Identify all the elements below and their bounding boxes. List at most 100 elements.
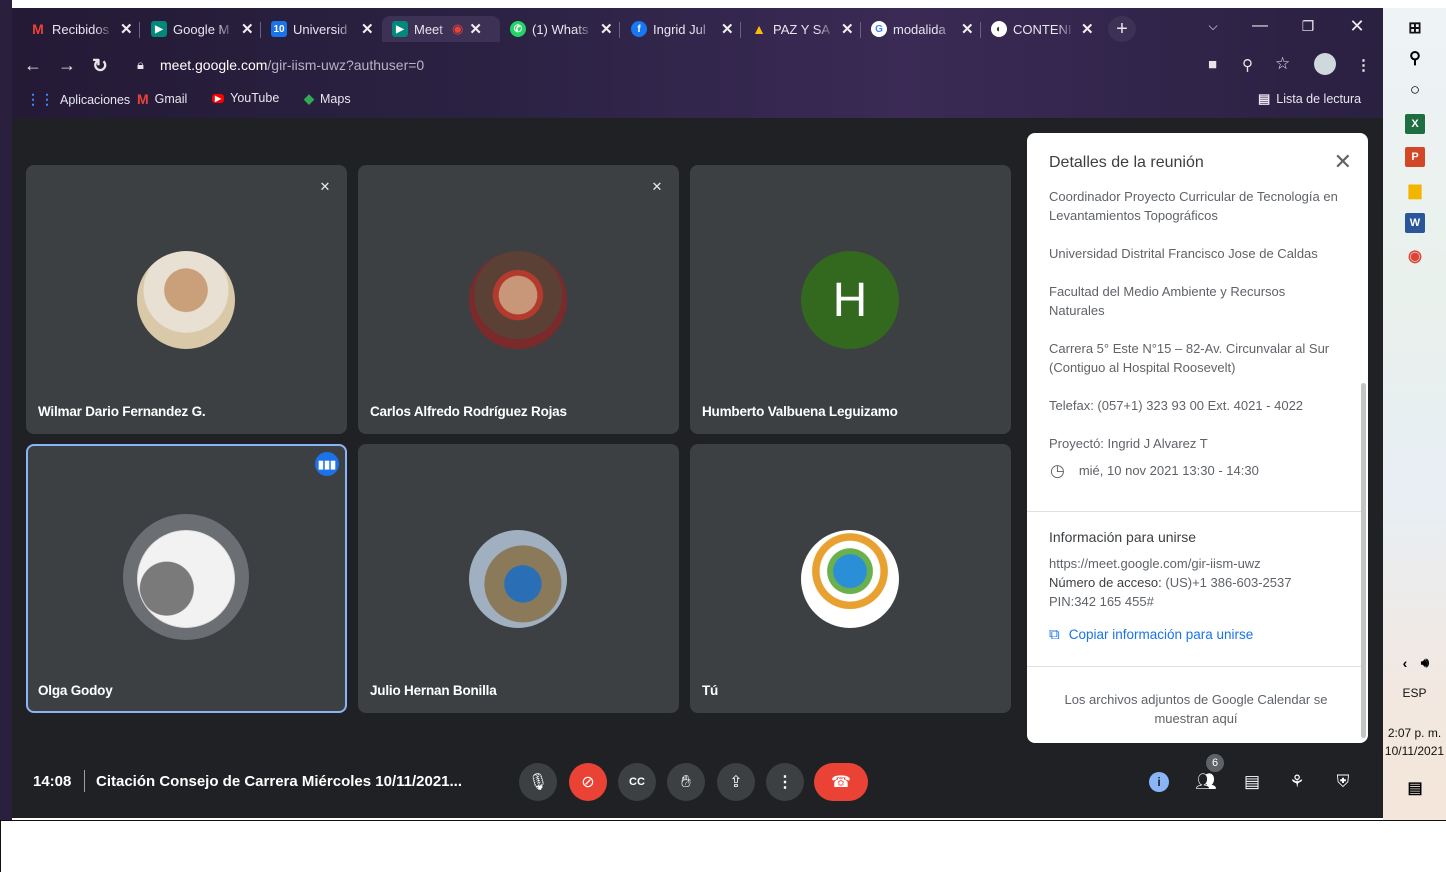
new-tab-button[interactable]: + (1108, 16, 1136, 42)
excel-icon[interactable]: X (1405, 114, 1425, 134)
tab-facebook[interactable]: f Ingrid Jul ✕ (631, 16, 734, 42)
participant-tile[interactable]: Julio Hernan Bonilla (358, 444, 679, 713)
people-icon: 👥︎ (1195, 772, 1217, 791)
taskbar-time[interactable]: 2:07 p. m. (1383, 726, 1446, 740)
participant-tile[interactable]: ✕ Wilmar Dario Fernandez G. (26, 165, 347, 434)
tab-separator (980, 22, 981, 38)
bookmark-maps[interactable]: ◆ Maps (304, 91, 351, 107)
microphone-button[interactable]: 🎙︎ (519, 763, 557, 801)
restore-button[interactable]: ❐ (1285, 14, 1331, 38)
close-icon[interactable]: ✕ (1334, 149, 1352, 175)
participant-name: Humberto Valbuena Leguizamo (702, 404, 898, 419)
chat-button[interactable]: ▤ (1240, 770, 1264, 794)
tab-google-meet[interactable]: ▶ Google M ✕ (151, 16, 254, 42)
close-icon[interactable]: ✕ (469, 20, 482, 38)
close-icon[interactable]: ✕ (361, 20, 374, 38)
chrome-icon[interactable]: ◉ (1405, 246, 1425, 266)
tab-whatsapp[interactable]: ✆ (1) Whats ✕ (510, 16, 613, 42)
language-indicator[interactable]: ESP (1383, 686, 1446, 700)
close-icon[interactable]: ✕ (241, 20, 254, 38)
avatar (137, 530, 235, 628)
close-window-button[interactable]: ✕ (1334, 14, 1380, 38)
close-icon[interactable]: ✕ (721, 20, 734, 38)
mic-off-icon: ✕ (651, 179, 663, 194)
captions-icon: CC (629, 776, 645, 788)
maps-icon: ◆ (304, 91, 314, 106)
present-button[interactable]: ⇪ (717, 763, 755, 801)
bookmark-apps[interactable]: ⋮⋮ Aplicaciones (26, 91, 130, 108)
back-icon[interactable]: ← (24, 55, 42, 76)
whatsapp-icon: ✆ (510, 21, 526, 37)
pin: PIN:342 165 455# (1049, 594, 1154, 609)
people-button[interactable]: 👥︎ 6 (1194, 754, 1224, 794)
reload-icon[interactable]: ↻ (92, 55, 108, 78)
activities-button[interactable]: ⚘ (1285, 770, 1309, 794)
close-icon[interactable]: ✕ (600, 20, 613, 38)
address-bar[interactable]: meet.google.com/gir-iism-uwz?authuser=0 (160, 57, 424, 73)
copy-join-info-button[interactable]: ⧉ Copiar información para unirse (1049, 626, 1253, 643)
scrollbar[interactable] (1361, 383, 1366, 738)
taskbar-date[interactable]: 10/11/2021 (1383, 744, 1446, 758)
tab-label: Google M (173, 21, 230, 37)
forward-icon[interactable]: → (58, 55, 76, 76)
more-options-button[interactable]: ⋮ (766, 763, 804, 801)
tab-gmail[interactable]: M Recibidos ✕ (30, 16, 133, 42)
join-url[interactable]: https://meet.google.com/gir-iism-uwz (1049, 554, 1344, 573)
participant-tile-speaking[interactable]: ▮▮▮ Olga Godoy (26, 444, 347, 713)
raise-hand-button[interactable]: ✋︎ (667, 763, 705, 801)
tab-separator (740, 22, 741, 38)
copy-label: Copiar información para unirse (1068, 627, 1254, 642)
tab-meet[interactable]: ▶ Meet ◉ ✕ (382, 16, 500, 42)
bookmark-gmail[interactable]: M Gmail (137, 91, 187, 107)
browser-chrome: M Recibidos ✕ ▶ Google M ✕ 10 Universid … (12, 8, 1383, 118)
bookmark-label: Maps (320, 92, 351, 106)
gmail-icon: M (32, 21, 44, 37)
tab-separator (619, 22, 620, 38)
chevron-left-icon[interactable]: ‹ (1395, 653, 1415, 673)
leave-call-button[interactable]: ☎︎ (814, 763, 868, 801)
star-icon[interactable]: ☆ (1275, 54, 1290, 74)
recording-icon: ◉ (452, 21, 464, 36)
powerpoint-icon[interactable]: P (1405, 147, 1425, 167)
close-icon[interactable]: ✕ (1081, 20, 1094, 38)
close-icon[interactable]: ✕ (961, 20, 974, 38)
tab-contenido[interactable]: ◐ CONTENI ✕ (991, 16, 1094, 42)
file-explorer-icon[interactable]: ▆ (1405, 180, 1425, 200)
zoom-icon[interactable]: ⚲ (1242, 56, 1253, 74)
windows-taskbar: ⊞ ⚲ ○ X P ▆ W ◉ ‹ 🔊︎ ESP 2:07 p. m. 10/1… (1383, 8, 1446, 820)
tab-label: modalida (893, 21, 946, 37)
search-icon[interactable]: ⚲ (1405, 48, 1425, 68)
google-icon: G (871, 21, 887, 37)
clock-icon: ◷ (1050, 461, 1065, 480)
profile-avatar[interactable] (1314, 53, 1336, 75)
captions-button[interactable]: CC (618, 763, 656, 801)
minimize-button[interactable]: — (1237, 14, 1283, 38)
avatar (801, 530, 899, 628)
dial-label: Número de acceso: (1049, 575, 1162, 590)
reading-list[interactable]: ▤ Lista de lectura (1258, 91, 1361, 107)
tab-drive[interactable]: ▲ PAZ Y SA ✕ (751, 16, 854, 42)
bookmark-youtube[interactable]: ▶ YouTube (212, 91, 279, 105)
lock-icon[interactable]: 🔒︎ (137, 57, 144, 73)
participant-tile-self[interactable]: Tú (690, 444, 1011, 713)
host-controls-button[interactable]: ⛨ (1331, 770, 1355, 794)
cortana-icon[interactable]: ○ (1405, 80, 1425, 100)
volume-icon[interactable]: 🔊︎ (1415, 653, 1435, 673)
participant-tile[interactable]: H Humberto Valbuena Leguizamo (690, 165, 1011, 434)
word-icon[interactable]: W (1405, 213, 1425, 233)
notifications-icon[interactable]: ▤ (1405, 778, 1425, 798)
close-icon[interactable]: ✕ (120, 20, 133, 38)
tab-search-icon[interactable]: ⌵ (1190, 14, 1236, 38)
dial-in-row: Número de acceso: (US)+1 386-603-2537 (1049, 573, 1344, 592)
participant-tile[interactable]: ✕ Carlos Alfredo Rodríguez Rojas (358, 165, 679, 434)
close-icon[interactable]: ✕ (841, 20, 854, 38)
menu-icon[interactable]: ⋮ (1356, 56, 1371, 74)
windows-start-icon[interactable]: ⊞ (1405, 18, 1425, 38)
tab-google[interactable]: G modalida ✕ (871, 16, 974, 42)
screen: M Recibidos ✕ ▶ Google M ✕ 10 Universid … (0, 0, 1446, 872)
meeting-details-button[interactable]: i (1149, 772, 1169, 792)
tab-label: (1) Whats (532, 21, 589, 37)
camera-off-button[interactable]: ⊘ (569, 763, 607, 801)
tab-universidad[interactable]: 10 Universid ✕ (271, 16, 374, 42)
camera-icon[interactable]: ■ (1208, 56, 1217, 73)
